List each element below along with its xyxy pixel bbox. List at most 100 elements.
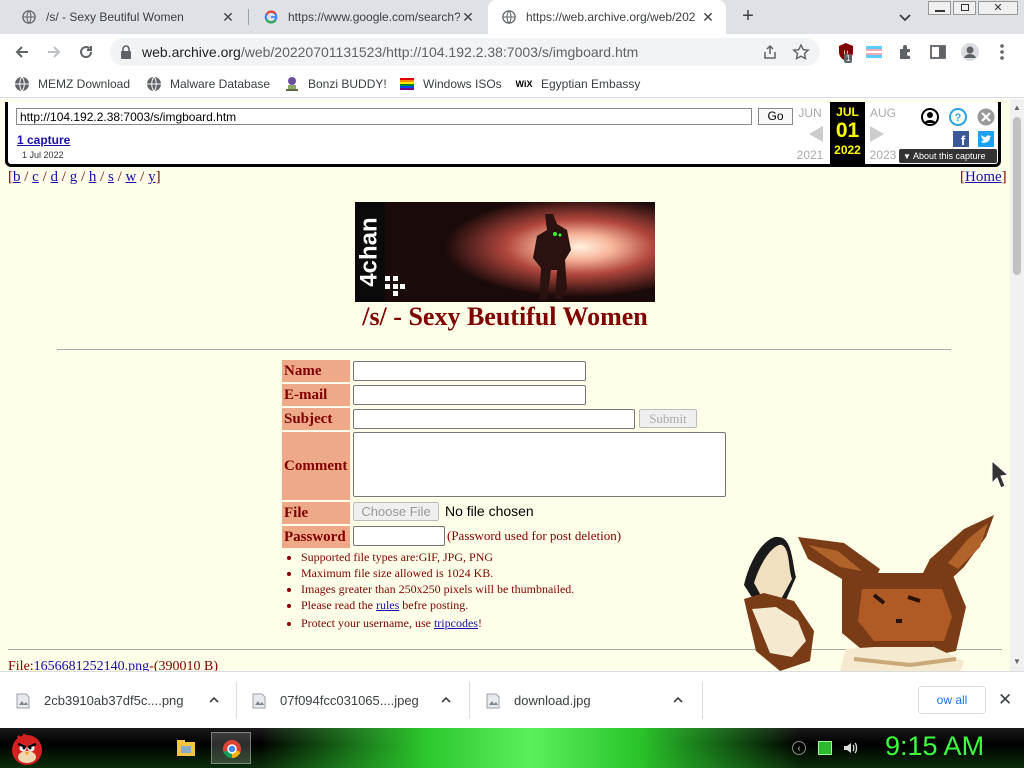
close-tab-icon[interactable]: ✕ [460, 9, 476, 25]
url-host: web.archive.org [142, 44, 241, 60]
extension-shield-button[interactable]: u1 [834, 40, 858, 64]
chevron-up-icon[interactable] [440, 694, 452, 706]
close-window-button[interactable]: ✕ [978, 1, 1018, 15]
name-input[interactable] [353, 361, 586, 381]
choose-file-button[interactable]: Choose File [353, 502, 439, 521]
close-tab-icon[interactable]: ✕ [700, 9, 716, 25]
kebab-menu-icon [1000, 44, 1004, 60]
board-link-s[interactable]: s [108, 169, 114, 185]
globe-icon [14, 76, 30, 92]
board-banner: 4chan [355, 202, 655, 302]
board-link-b[interactable]: b [13, 169, 21, 185]
reload-button[interactable] [74, 40, 98, 64]
board-link-d[interactable]: d [51, 169, 59, 185]
download-item[interactable]: 07f094fcc031065....jpeg [250, 672, 470, 729]
taskbar-clock[interactable]: 9:15 AM [885, 731, 984, 762]
profile-button[interactable] [958, 40, 982, 64]
extensions-button[interactable] [894, 40, 918, 64]
bookmark-star-icon[interactable] [792, 43, 810, 61]
tab-web-archive[interactable]: https://web.archive.org/web/202 ✕ [488, 0, 726, 34]
board-link-w[interactable]: w [126, 169, 137, 185]
eevee-desktop-pet[interactable] [738, 509, 1004, 671]
address-bar[interactable]: web.archive.org/web/20220701131523/http:… [110, 38, 820, 66]
wayback-url-input[interactable] [16, 108, 752, 125]
file-link[interactable]: 1656681252140.png [34, 659, 150, 671]
rules-link[interactable]: rules [376, 598, 399, 612]
board-link-c[interactable]: c [32, 169, 39, 185]
minimize-button[interactable] [928, 1, 951, 15]
help-icon[interactable]: ? [949, 108, 967, 126]
back-button[interactable] [10, 40, 34, 64]
next-arrow-icon[interactable] [870, 126, 884, 142]
next-year[interactable]: 2023 [866, 148, 900, 162]
chrome-taskbar-button[interactable] [211, 732, 251, 764]
password-input[interactable] [353, 526, 445, 546]
new-tab-button[interactable]: + [738, 6, 758, 26]
bonzi-icon [284, 76, 300, 92]
show-hidden-icons-button[interactable]: ‹ [792, 741, 806, 755]
close-downloads-icon[interactable]: ✕ [998, 690, 1012, 710]
close-tab-icon[interactable]: ✕ [220, 9, 236, 25]
scroll-down-arrow-icon[interactable]: ▼ [1013, 657, 1021, 666]
email-input[interactable] [353, 385, 586, 405]
reload-icon [80, 46, 93, 59]
avatar-icon [961, 43, 979, 61]
close-wayback-icon[interactable] [977, 108, 995, 126]
submit-button[interactable]: Submit [639, 409, 697, 428]
download-item[interactable]: 2cb3910ab37df5c....png [14, 672, 236, 729]
trans-flag-icon [866, 44, 882, 60]
bookmark-egyptian-embassy[interactable]: WiX Egyptian Embassy [515, 75, 641, 93]
banner-dots [385, 276, 405, 296]
scrollbar-thumb[interactable] [1013, 117, 1021, 275]
prev-year[interactable]: 2021 [793, 148, 827, 162]
start-button-angry-bird-icon[interactable] [8, 730, 46, 766]
scroll-up-arrow-icon[interactable]: ▲ [1013, 103, 1021, 112]
volume-icon[interactable] [842, 740, 858, 756]
chevron-up-icon[interactable] [208, 694, 220, 706]
page-scrollbar[interactable]: ▲ ▼ [1010, 99, 1024, 671]
download-item[interactable]: download.jpg [484, 672, 704, 729]
tripcodes-link[interactable]: tripcodes [434, 616, 478, 630]
prev-arrow-icon[interactable] [809, 126, 823, 142]
banner-logo: 4chan [356, 202, 383, 302]
tab-search-chevron-icon[interactable] [896, 8, 914, 26]
back-arrow-icon [15, 46, 28, 58]
menu-button[interactable] [990, 40, 1014, 64]
show-all-downloads-button[interactable]: ow all [918, 686, 986, 714]
posting-rules: Supported file types are:GIF, JPG, PNG M… [285, 549, 574, 631]
forward-button[interactable] [42, 40, 66, 64]
tab-title: https://web.archive.org/web/202 [526, 10, 696, 24]
board-link-y[interactable]: y [148, 169, 156, 185]
prev-month[interactable]: JUN [793, 106, 827, 120]
bookmark-memz-download[interactable]: MEMZ Download [14, 75, 130, 93]
next-month[interactable]: AUG [866, 106, 900, 120]
network-icon[interactable] [818, 741, 832, 755]
account-icon[interactable] [921, 108, 939, 126]
share-icon[interactable] [762, 44, 778, 60]
board-link-g[interactable]: g [70, 169, 78, 185]
bookmark-windows-isos[interactable]: Windows ISOs [399, 75, 502, 93]
tab-google-search[interactable]: https://www.google.com/search? ✕ [250, 0, 486, 34]
facebook-icon[interactable]: f [953, 131, 969, 147]
bookmark-bonzi-buddy[interactable]: Bonzi BUDDY! [284, 75, 387, 93]
comment-textarea[interactable] [353, 432, 726, 497]
tab-sexy-beutiful-women[interactable]: /s/ - Sexy Beutiful Women ✕ [8, 0, 246, 34]
about-capture-button[interactable]: ▼ About this capture [899, 149, 997, 163]
twitter-icon[interactable] [978, 131, 994, 147]
wayback-go-button[interactable]: Go [758, 108, 793, 125]
caret-down-icon: ▼ [903, 152, 911, 161]
extension-flag-button[interactable] [862, 40, 886, 64]
restore-button[interactable] [953, 1, 976, 15]
side-panel-button[interactable] [926, 40, 950, 64]
chevron-up-icon[interactable] [672, 694, 684, 706]
file-explorer-taskbar-icon[interactable] [176, 738, 196, 758]
rule-text: Maximum file size allowed is 1024 KB. [301, 566, 494, 580]
captures-link[interactable]: 1 capture [17, 133, 70, 147]
home-link[interactable]: Home [965, 169, 1002, 185]
subject-input[interactable] [353, 409, 635, 429]
downloads-bar: 2cb3910ab37df5c....png 07f094fcc031065..… [0, 671, 1024, 728]
svg-text:f: f [961, 133, 966, 147]
bookmark-malware-database[interactable]: Malware Database [146, 75, 270, 93]
rule-item: Protect your username, use tripcodes! [301, 615, 574, 631]
board-link-h[interactable]: h [89, 169, 97, 185]
